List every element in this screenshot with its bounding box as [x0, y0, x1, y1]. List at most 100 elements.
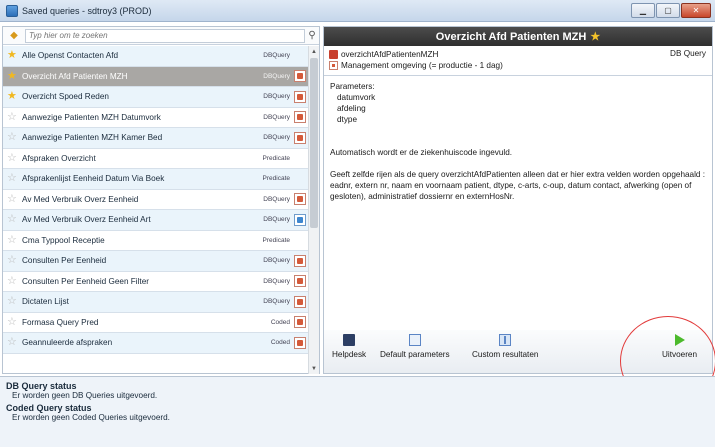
- detail-toolbar: Helpdesk Default parameters Custom resul…: [324, 330, 712, 373]
- query-type: DBQuery: [263, 113, 290, 121]
- parameter-item: afdeling: [337, 104, 366, 113]
- favorite-star-icon[interactable]: ☆: [7, 214, 19, 225]
- query-name: Alle Openst Contacten Afd: [22, 51, 119, 61]
- maximize-button[interactable]: ▢: [656, 3, 680, 18]
- favorite-star-icon[interactable]: ☆: [7, 275, 19, 287]
- window-titlebar: Saved queries - sdtroy3 (PROD) ▁ ▢ ✕: [0, 0, 715, 22]
- custom-resultaten-button[interactable]: Custom resultaten: [472, 334, 538, 359]
- query-row[interactable]: ☆ Av Med Verbruik Overz Eenheid DBQuery: [3, 190, 309, 210]
- list-scrollbar[interactable]: ▲ ▼: [308, 46, 319, 374]
- db-status-text: Er worden geen DB Queries uitgevoerd.: [12, 391, 158, 400]
- query-type: DBQuery: [263, 134, 290, 142]
- helpdesk-button[interactable]: Helpdesk: [332, 334, 366, 359]
- window-controls: ▁ ▢ ✕: [631, 3, 711, 18]
- default-parameters-button[interactable]: Default parameters: [380, 334, 450, 359]
- favorite-star-icon[interactable]: ☆: [7, 152, 19, 164]
- helpdesk-label: Helpdesk: [332, 350, 367, 359]
- filter-icon[interactable]: ◆: [7, 29, 21, 43]
- query-row[interactable]: ☆ Aanwezige Patienten MZH Kamer Bed DBQuer…: [3, 128, 309, 149]
- blank-icon: [294, 152, 306, 164]
- blank-icon: [294, 173, 306, 185]
- pdf-icon: [294, 254, 306, 267]
- query-name: Consulten Per Eenheid Geen Filter: [22, 276, 149, 286]
- query-name: Overzicht Afd Patienten MZH: [22, 71, 128, 81]
- query-row[interactable]: ★ Alle Openst Contacten Afd DBQuery: [3, 46, 309, 67]
- environment-icon: [329, 61, 338, 70]
- favorite-star-icon[interactable]: ☆: [7, 337, 19, 348]
- query-type: Predicate: [262, 236, 290, 244]
- blank-icon: [294, 234, 306, 246]
- parameter-item: datumvork: [337, 93, 376, 102]
- parameters-label: Parameters:: [330, 82, 375, 91]
- query-name: Afsprakenlijst Eenheid Datum Via Boek: [22, 174, 165, 184]
- favorite-star-icon[interactable]: ☆: [7, 132, 19, 143]
- detail-header: Overzicht Afd Patienten MZH ★: [324, 27, 712, 46]
- pdf-icon: [294, 316, 306, 329]
- query-row[interactable]: ☆ Afsprakenlijst Eenheid Datum Via Boek Pr…: [3, 169, 309, 190]
- query-info: overzichtAfdPatientenMZH Management omge…: [324, 46, 712, 76]
- query-detail-pane: Overzicht Afd Patienten MZH ★ overzichtA…: [323, 26, 713, 374]
- scroll-up-icon[interactable]: ▲: [309, 46, 319, 57]
- search-bar: ◆ ⚲: [3, 27, 319, 45]
- search-icon[interactable]: ⚲: [305, 29, 319, 43]
- run-button[interactable]: Uitvoeren: [662, 334, 697, 359]
- favorite-star-icon[interactable]: ☆: [7, 234, 19, 246]
- favorite-star-icon[interactable]: ☆: [7, 173, 19, 184]
- query-row[interactable]: ★ Overzicht Spoed Reden DBQuery: [3, 87, 309, 108]
- query-list-pane: ◆ ⚲ ★Alle Openst Contacten AfdDBQuery★Ov…: [2, 26, 320, 374]
- pdf-icon: [294, 295, 306, 308]
- favorite-star-icon[interactable]: ☆: [7, 193, 19, 205]
- favorite-star-icon[interactable]: ☆: [7, 316, 19, 328]
- query-type: Coded: [270, 339, 290, 347]
- query-row[interactable]: ★ Overzicht Afd Patienten MZH DBQuery: [3, 66, 309, 87]
- default-parameters-label: Default parameters: [380, 350, 450, 359]
- query-type: DBQuery: [263, 72, 290, 80]
- query-type: DBQuery: [263, 52, 290, 60]
- play-icon: [674, 334, 685, 346]
- custom-results-icon: [499, 334, 512, 346]
- query-row[interactable]: ☆ Dictaten Lijst DBQuery: [3, 292, 309, 313]
- query-description-text: Geeft zelfde rijen als de query overzich…: [330, 170, 706, 201]
- scroll-down-icon[interactable]: ▼: [309, 363, 319, 374]
- favorite-star-icon[interactable]: ☆: [7, 255, 19, 266]
- query-row[interactable]: ☆ Afspraken Overzicht Predicate: [3, 149, 309, 169]
- query-name: Av Med Verbruik Overz Eenheid: [22, 194, 139, 204]
- custom-resultaten-label: Custom resultaten: [472, 350, 539, 359]
- pdf-icon: [294, 131, 306, 144]
- parameter-item: dtype: [337, 115, 358, 124]
- query-row[interactable]: ☆ Consulten Per Eenheid Geen Filter DBQuer…: [3, 272, 309, 292]
- pdf-icon: [294, 275, 306, 288]
- favorite-star-icon[interactable]: ★: [590, 30, 600, 43]
- query-row[interactable]: ☆ Cma Typpool Receptie Predicate: [3, 231, 309, 251]
- query-name: Aanwezige Patienten MZH Datumvork: [22, 112, 161, 122]
- query-name: Aanwezige Patienten MZH Kamer Bed: [22, 133, 163, 143]
- query-list: ★ Alle Openst Contacten Afd DBQuery ★ Overzi…: [3, 46, 309, 374]
- favorite-star-icon[interactable]: ★: [7, 91, 19, 102]
- query-row[interactable]: ☆ Consulten Per Eenheid DBQuery: [3, 251, 309, 272]
- query-type: Predicate: [262, 154, 290, 162]
- close-button[interactable]: ✕: [681, 3, 711, 18]
- query-name: Afspraken Overzicht: [22, 153, 96, 163]
- minimize-button[interactable]: ▁: [631, 3, 655, 18]
- query-name: Overzicht Spoed Reden: [22, 92, 109, 102]
- query-environment: Management omgeving (= productie - 1 dag…: [341, 61, 503, 70]
- coded-status-title: Coded Query status: [6, 403, 92, 413]
- pdf-icon: [294, 111, 306, 124]
- query-name: Formasa Query Pred: [22, 317, 99, 327]
- favorite-star-icon[interactable]: ☆: [7, 296, 19, 307]
- run-label: Uitvoeren: [662, 350, 698, 359]
- report-icon: [294, 213, 306, 226]
- favorite-star-icon[interactable]: ★: [7, 50, 19, 61]
- query-row[interactable]: ☆ Formasa Query Pred Coded: [3, 313, 309, 333]
- window-title: Saved queries - sdtroy3 (PROD): [22, 5, 152, 16]
- pdf-icon: [294, 70, 306, 83]
- query-row[interactable]: ☆ Av Med Verbruik Overz Eenheid Art DBQuer…: [3, 210, 309, 231]
- query-type: DBQuery: [263, 257, 290, 265]
- query-row[interactable]: ☆ Geannuleerde afspraken Coded: [3, 333, 309, 354]
- scrollbar-thumb[interactable]: [310, 58, 318, 228]
- favorite-star-icon[interactable]: ★: [7, 70, 19, 82]
- search-input[interactable]: [25, 28, 305, 43]
- pdf-icon: [294, 336, 306, 349]
- favorite-star-icon[interactable]: ☆: [7, 111, 19, 123]
- query-row[interactable]: ☆ Aanwezige Patienten MZH Datumvork DBQuer…: [3, 108, 309, 128]
